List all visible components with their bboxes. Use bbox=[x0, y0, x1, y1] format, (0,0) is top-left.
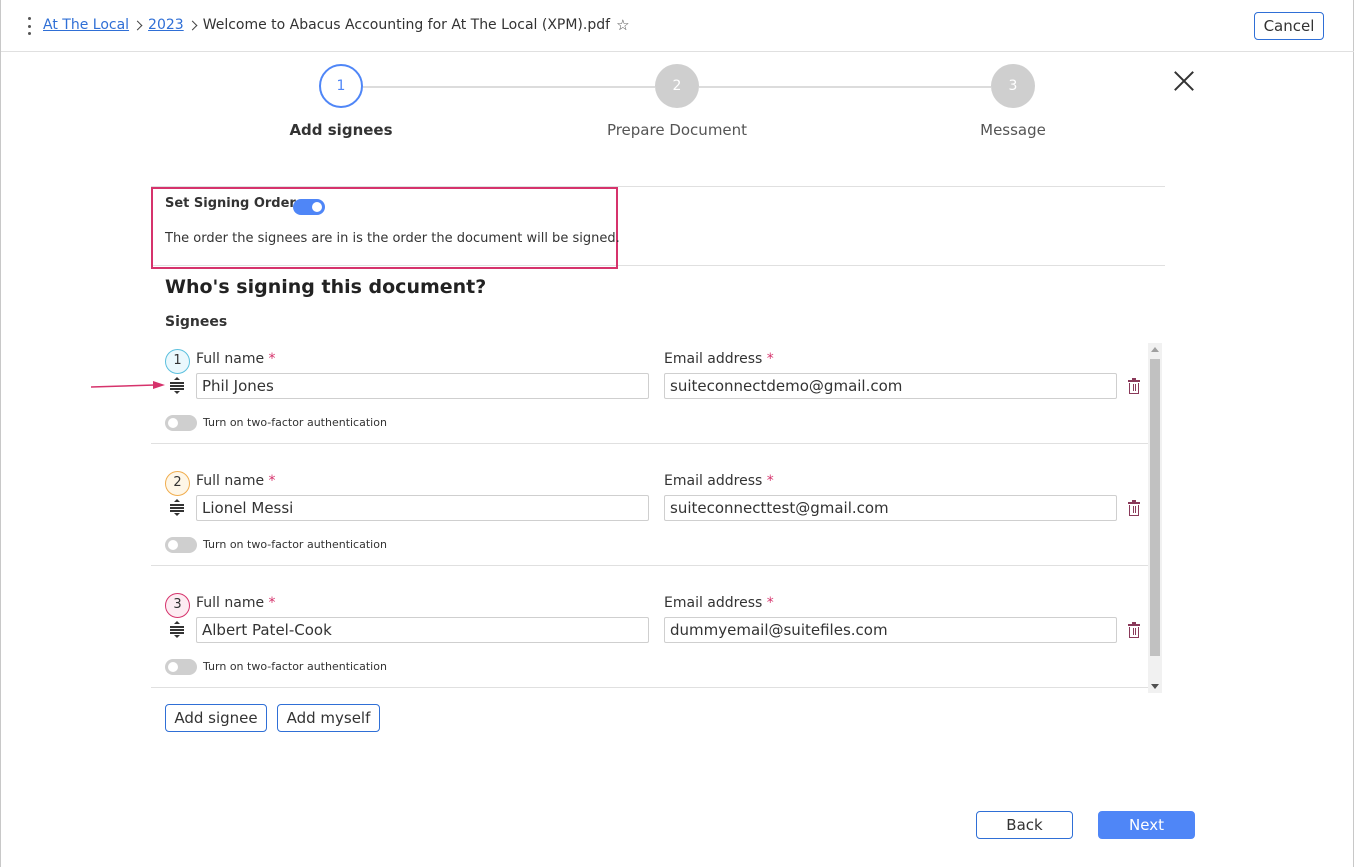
step-2-label: Prepare Document bbox=[606, 121, 748, 139]
signing-order-title: Set Signing Order bbox=[165, 196, 296, 211]
drag-handle-icon[interactable] bbox=[168, 499, 186, 516]
next-button[interactable]: Next bbox=[1098, 811, 1195, 839]
scroll-up-icon[interactable] bbox=[1151, 347, 1159, 352]
full-name-label: Full name * bbox=[196, 595, 276, 611]
step-3-label: Message bbox=[980, 121, 1046, 139]
two-factor-label: Turn on two-factor authentication bbox=[203, 660, 387, 673]
email-label: Email address * bbox=[664, 351, 774, 367]
email-input[interactable]: suiteconnecttest@gmail.com bbox=[664, 495, 1117, 521]
two-factor-toggle[interactable] bbox=[165, 537, 197, 553]
close-icon[interactable] bbox=[1173, 70, 1195, 92]
signee-list-scrollbar[interactable] bbox=[1148, 343, 1162, 693]
signee-order-badge: 1 bbox=[165, 349, 190, 374]
email-input[interactable]: dummyemail@suitefiles.com bbox=[664, 617, 1117, 643]
stepper-connector bbox=[363, 86, 655, 88]
step-1-label: Add signees bbox=[289, 121, 393, 139]
signees-subheading: Signees bbox=[165, 314, 228, 330]
app-frame: At The Local 2023 Welcome to Abacus Acco… bbox=[0, 0, 1354, 867]
breadcrumb-item-2023[interactable]: 2023 bbox=[148, 17, 184, 33]
signee-list: 1 Full name * Email address * Phil Jones… bbox=[151, 343, 1165, 693]
two-factor-label: Turn on two-factor authentication bbox=[203, 416, 387, 429]
email-label: Email address * bbox=[664, 595, 774, 611]
signee-order-badge: 3 bbox=[165, 593, 190, 618]
breadcrumb: At The Local 2023 Welcome to Abacus Acco… bbox=[43, 16, 630, 34]
divider bbox=[151, 565, 1148, 566]
full-name-label: Full name * bbox=[196, 351, 276, 367]
star-icon[interactable]: ☆ bbox=[616, 16, 629, 34]
drag-handle-icon[interactable] bbox=[168, 377, 186, 394]
add-myself-button[interactable]: Add myself bbox=[277, 704, 380, 732]
stepper-connector bbox=[699, 86, 991, 88]
more-options-icon[interactable] bbox=[23, 14, 35, 38]
chevron-right-icon bbox=[132, 20, 143, 30]
email-label: Email address * bbox=[664, 473, 774, 489]
scrollbar-thumb[interactable] bbox=[1150, 359, 1160, 656]
form-heading: Who's signing this document? bbox=[165, 276, 487, 298]
step-2-indicator[interactable]: 2 bbox=[655, 64, 699, 108]
back-button[interactable]: Back bbox=[976, 811, 1073, 839]
full-name-label: Full name * bbox=[196, 473, 276, 489]
full-name-input[interactable]: Albert Patel-Cook bbox=[196, 617, 649, 643]
step-3-indicator[interactable]: 3 bbox=[991, 64, 1035, 108]
delete-icon[interactable] bbox=[1128, 622, 1140, 638]
scroll-down-icon[interactable] bbox=[1151, 684, 1159, 689]
signing-order-description: The order the signees are in is the orde… bbox=[165, 231, 620, 246]
chevron-right-icon bbox=[187, 20, 198, 30]
email-input[interactable]: suiteconnectdemo@gmail.com bbox=[664, 373, 1117, 399]
signee-row: 1 Full name * Email address * Phil Jones… bbox=[151, 343, 1148, 465]
step-1-indicator[interactable]: 1 bbox=[319, 64, 363, 108]
full-name-input[interactable]: Phil Jones bbox=[196, 373, 649, 399]
delete-icon[interactable] bbox=[1128, 378, 1140, 394]
two-factor-label: Turn on two-factor authentication bbox=[203, 538, 387, 551]
signing-order-toggle[interactable] bbox=[293, 199, 325, 215]
signee-order-badge: 2 bbox=[165, 471, 190, 496]
two-factor-toggle[interactable] bbox=[165, 659, 197, 675]
breadcrumb-item-at-the-local[interactable]: At The Local bbox=[43, 17, 129, 33]
full-name-input[interactable]: Lionel Messi bbox=[196, 495, 649, 521]
divider bbox=[151, 443, 1148, 444]
cancel-button[interactable]: Cancel bbox=[1254, 12, 1324, 40]
delete-icon[interactable] bbox=[1128, 500, 1140, 516]
add-signee-button[interactable]: Add signee bbox=[165, 704, 267, 732]
breadcrumb-file-name: Welcome to Abacus Accounting for At The … bbox=[202, 17, 611, 33]
signee-row: 2 Full name * Email address * Lionel Mes… bbox=[151, 465, 1148, 587]
divider bbox=[151, 687, 1148, 688]
two-factor-toggle[interactable] bbox=[165, 415, 197, 431]
signee-row: 3 Full name * Email address * Albert Pat… bbox=[151, 587, 1148, 709]
drag-handle-icon[interactable] bbox=[168, 621, 186, 638]
top-bar: At The Local 2023 Welcome to Abacus Acco… bbox=[1, 0, 1354, 52]
